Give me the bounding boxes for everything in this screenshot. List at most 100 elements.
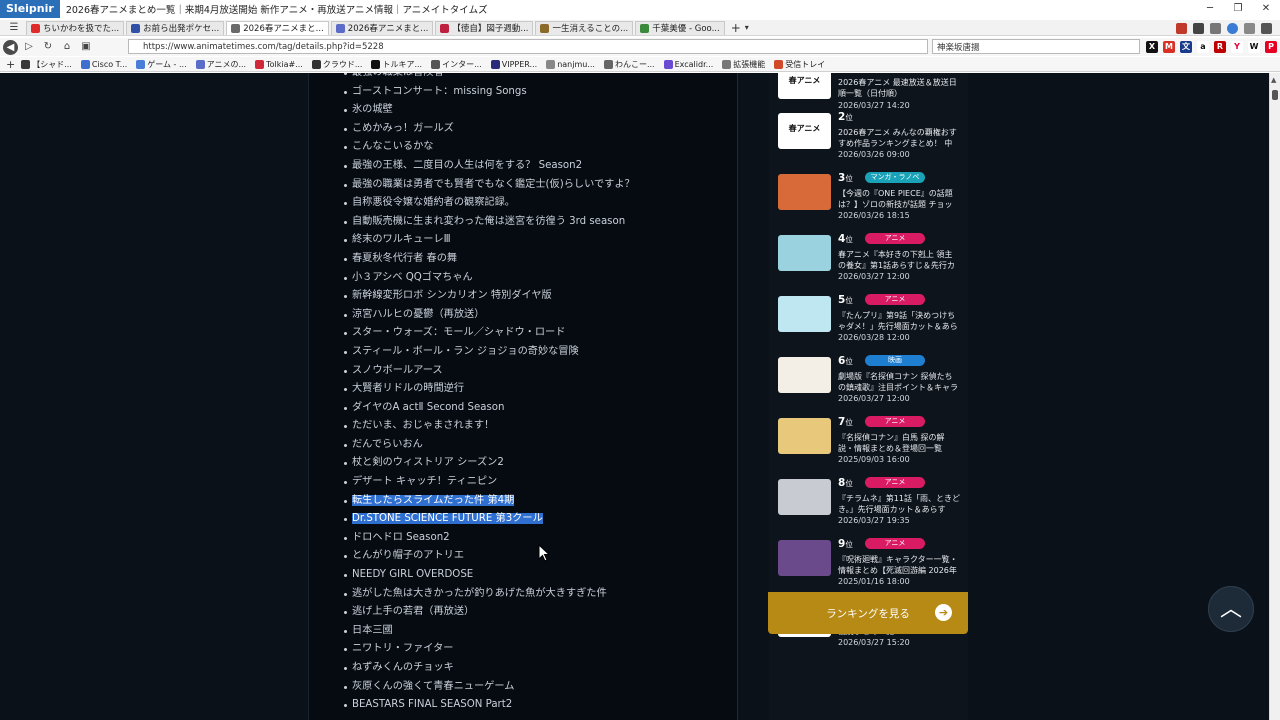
ranking-item[interactable]: 6位 映画 劇場版『名探偵コナン 探偵たちの鎮魂歌』注目ポイント＆キャラ 2026/0… [778, 355, 964, 418]
anime-title-link[interactable]: 終末のワルキューレⅢ [344, 231, 635, 250]
scroll-up-arrow-icon[interactable]: ▲ [1271, 76, 1276, 84]
rakuten-icon[interactable]: R [1214, 41, 1226, 53]
ranking-thumbnail[interactable] [778, 418, 831, 454]
back-icon[interactable]: ◀ [3, 39, 18, 55]
new-tab-button[interactable]: + [731, 21, 741, 35]
anime-title-link[interactable]: 逃がした魚は大きかったが釣りあげた魚が大きすぎた件 [344, 585, 635, 604]
anime-title-link[interactable]: スティール・ボール・ラン ジョジョの奇妙な冒険 [344, 343, 635, 362]
anime-title-link[interactable]: とんがり帽子のアトリエ [344, 547, 635, 566]
url-input[interactable] [128, 39, 928, 54]
category-tag[interactable]: アニメ [865, 294, 925, 305]
home-icon[interactable]: ⌂ [59, 39, 75, 55]
wiki-icon[interactable]: W [1248, 41, 1260, 53]
gmail-icon[interactable]: M [1163, 41, 1175, 53]
ranking-item[interactable]: 7位 アニメ 『名探偵コナン』白馬 探の解説・情報まとめ＆登場回一覧 2025/09/… [778, 416, 964, 479]
ranking-item[interactable]: 4位 アニメ 春アニメ『本好きの下剋上 領主の養女』第1話あらすじ＆先行カ 2026/… [778, 233, 964, 296]
minimize-button[interactable]: ─ [1196, 0, 1224, 18]
extension-icon[interactable] [1210, 22, 1221, 34]
tab-3[interactable]: 2026春アニメまと... [330, 20, 434, 35]
ranking-thumbnail[interactable] [778, 235, 831, 271]
anime-title-link[interactable]: スノウボールアース [344, 362, 635, 381]
x-icon[interactable]: X [1146, 41, 1158, 53]
ranking-thumbnail[interactable] [778, 540, 831, 576]
search-input[interactable] [932, 39, 1140, 54]
extension-icon[interactable] [1227, 22, 1238, 34]
bookmark-item[interactable]: 【シャド... [21, 59, 72, 70]
anime-title-link[interactable]: 逃げ上手の若君（再放送） [344, 603, 635, 622]
forward-icon[interactable]: ▷ [21, 39, 37, 55]
ranking-item[interactable]: 8位 アニメ 『チラムネ』第11話「雨、ときどき。」先行場面カット＆あらす 2026/… [778, 477, 964, 540]
page-scrollbar[interactable]: ▲ [1269, 73, 1280, 720]
bookmark-item[interactable]: アニメの... [195, 59, 246, 70]
ranking-thumbnail[interactable] [778, 357, 831, 393]
tab-2[interactable]: 2026春アニメまと... [226, 20, 329, 35]
ranking-thumbnail[interactable] [778, 174, 831, 210]
bookmark-manager-icon[interactable]: ▣ [78, 39, 94, 55]
yahoo-icon[interactable]: Y [1231, 41, 1243, 53]
ranking-article-title[interactable]: 春アニメ『本好きの下剋上 領主の養女』第1話あらすじ＆先行カ [838, 249, 960, 271]
category-tag[interactable]: アニメ [865, 416, 925, 427]
category-tag[interactable]: アニメ [865, 233, 925, 244]
bookmark-item[interactable]: nanjmu... [546, 59, 595, 70]
anime-title-link[interactable]: 最強の職業は勇者でも賢者でもなく鑑定士(仮)らしいですよ？ [344, 176, 635, 195]
anime-title-link[interactable]: NEEDY GIRL OVERDOSE [344, 566, 635, 585]
anime-title-link[interactable]: 氷の城壁 [344, 101, 635, 120]
anime-title-link[interactable]: ドロヘドロ Season2 [344, 529, 635, 548]
extension-icon[interactable] [1176, 22, 1187, 34]
anime-title-link[interactable]: 最強の職業は冒険者 [344, 73, 635, 83]
bookmark-item[interactable]: Tolkia#... [255, 59, 303, 70]
tab-1[interactable]: お前ら出発ポケセ... [126, 20, 225, 35]
ranking-article-title[interactable]: 『名探偵コナン』白馬 探の解説・情報まとめ＆登場回一覧 [838, 432, 960, 454]
ranking-article-title[interactable]: 2026春アニメ みんなの覇権おすすめ作品ランキングまとめ！ 中 [838, 127, 960, 149]
extension-icon[interactable] [1261, 22, 1272, 34]
ranking-article-title[interactable]: 『呪術廻戦』キャラクター一覧・情報まとめ【死滅回游編 2026年 [838, 554, 960, 576]
anime-title-link[interactable]: 小３アシベ QQゴマちゃん [344, 269, 635, 288]
extension-icon[interactable] [1193, 22, 1204, 34]
extension-icon[interactable] [1244, 22, 1255, 34]
tab-0[interactable]: ちいかわを扱でた... [26, 20, 125, 35]
category-tag[interactable]: アニメ [865, 477, 925, 488]
anime-title-link[interactable]: ただいま、おじゃまされます！ [344, 417, 635, 436]
anime-title-link[interactable]: 灰原くんの強くて青春ニューゲーム [344, 678, 635, 697]
bookmark-item[interactable]: 受信トレイ [774, 59, 825, 70]
category-tag[interactable]: 映画 [865, 355, 925, 366]
tab-list-chevron-icon[interactable]: ▾ [745, 23, 749, 32]
anime-title-link[interactable]: 大賢者リドルの時間逆行 [344, 380, 635, 399]
anime-title-link[interactable]: ねずみくんのチョッキ [344, 659, 635, 678]
tab-menu-icon[interactable]: ☰ [6, 20, 22, 36]
ranking-article-title[interactable]: 【今週の『ONE PIECE』の話題は？】ゾロの新技が話題 チョッ [838, 188, 960, 210]
scroll-thumb[interactable] [1272, 90, 1278, 100]
ranking-thumbnail[interactable]: 春アニメ [778, 113, 831, 149]
bookmark-item[interactable]: わんこー... [603, 59, 655, 70]
bookmark-item[interactable]: トルキア... [371, 59, 422, 70]
anime-title-link[interactable]: こんなこいるかな [344, 138, 635, 157]
anime-title-link[interactable]: 杖と剣のウィストリア シーズン2 [344, 454, 635, 473]
anime-title-link[interactable]: 転生したらスライムだった件 第4期 [344, 492, 635, 511]
ranking-item[interactable]: 春アニメ 2026春アニメ 最速放送＆放送日順一覧（日付順） 2026/03/27 … [778, 73, 964, 113]
anime-title-link[interactable]: こめかみっ！ガールズ [344, 120, 635, 139]
anime-title-link[interactable]: 春夏秋冬代行者 春の舞 [344, 250, 635, 269]
translate-icon[interactable]: 文 [1180, 41, 1192, 53]
ranking-article-title[interactable]: 『たんプリ』第9話「決めつけちゃダメ！」先行場面カット＆あら [838, 310, 960, 332]
reload-icon[interactable]: ↻ [40, 39, 56, 55]
anime-title-link[interactable]: ニワトリ・ファイター [344, 640, 635, 659]
add-bookmark-button[interactable]: + [6, 58, 15, 71]
ranking-thumbnail[interactable] [778, 296, 831, 332]
bookmark-item[interactable]: VIPPER... [490, 59, 537, 70]
ranking-article-title[interactable]: 劇場版『名探偵コナン 探偵たちの鎮魂歌』注目ポイント＆キャラ [838, 371, 960, 393]
tab-5[interactable]: 一生消えることの... [535, 20, 634, 35]
bookmark-item[interactable]: Excalidr... [663, 59, 713, 70]
ranking-item[interactable]: 春アニメ 2位 2026春アニメ みんなの覇権おすすめ作品ランキングまとめ！ 中 20… [778, 111, 964, 174]
ranking-thumbnail[interactable] [778, 479, 831, 515]
maximize-button[interactable]: ❐ [1224, 0, 1252, 18]
anime-title-link[interactable]: 涼宮ハルヒの憂鬱（再放送） [344, 306, 635, 325]
category-tag[interactable]: アニメ [865, 538, 925, 549]
ranking-item[interactable]: 5位 アニメ 『たんプリ』第9話「決めつけちゃダメ！」先行場面カット＆あら 2026/… [778, 294, 964, 357]
anime-title-link[interactable]: デザート キャッチ！ティニピン [344, 473, 635, 492]
anime-title-link[interactable]: ゴーストコンサート：missing Songs [344, 83, 635, 102]
view-ranking-button[interactable]: ランキングを見る ➔ [768, 592, 968, 634]
ranking-thumbnail[interactable]: 春アニメ [778, 73, 831, 99]
ranking-article-title[interactable]: 『チラムネ』第11話「雨、ときどき。」先行場面カット＆あらす [838, 493, 960, 515]
bookmark-item[interactable]: ゲーム - ... [136, 59, 187, 70]
anime-title-link[interactable]: 自称悪役令嬢な婚約者の観察記録。 [344, 194, 635, 213]
